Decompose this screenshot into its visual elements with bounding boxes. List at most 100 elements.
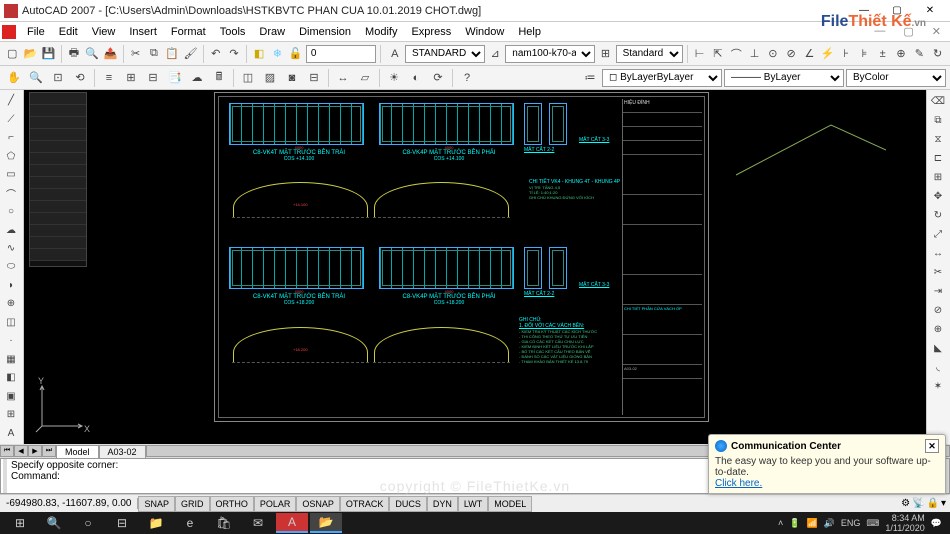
menu-edit[interactable]: Edit [52, 24, 85, 40]
print-icon[interactable]: 🖶 [66, 44, 82, 64]
wifi-icon[interactable]: 📶 [806, 518, 817, 529]
ltype-select[interactable]: ——— ByLayer [724, 69, 844, 87]
extend-icon[interactable]: ⇥ [929, 282, 947, 300]
tab-layout[interactable]: A03-02 [99, 445, 146, 458]
cut-icon[interactable]: ✂ [127, 44, 143, 64]
osnap-toggle[interactable]: OSNAP [296, 496, 340, 512]
array-icon[interactable]: ⊞ [929, 168, 947, 186]
circle-icon[interactable]: ○ [2, 203, 20, 220]
layer-lock-icon[interactable]: 🔓 [288, 44, 304, 64]
join-icon[interactable]: ⊕ [929, 320, 947, 338]
makeblock-icon[interactable]: ◫ [2, 314, 20, 331]
ssm-icon[interactable]: 📑 [165, 68, 185, 88]
dc-icon[interactable]: ⊞ [121, 68, 141, 88]
dim-a-icon[interactable]: A [387, 44, 403, 64]
ime-icon[interactable]: ⌨ [866, 518, 879, 529]
start-button[interactable]: ⊞ [4, 513, 36, 533]
spline-icon[interactable]: ∿ [2, 240, 20, 257]
region2-icon[interactable]: ▣ [2, 388, 20, 405]
3dorbit-icon[interactable]: ⟳ [428, 68, 448, 88]
dim-style-select[interactable]: nam100-k70-a3 [505, 45, 595, 63]
zoom-prev-icon[interactable]: ⟲ [70, 68, 90, 88]
xline-icon[interactable]: ⟋ [2, 110, 20, 127]
model-toggle[interactable]: MODEL [488, 496, 532, 512]
tray-up-icon[interactable]: ˄ [778, 518, 783, 528]
clock[interactable]: 8:34 AM 1/11/2020 [885, 513, 924, 533]
erase-icon[interactable]: ⌫ [929, 92, 947, 110]
explorer-icon[interactable]: 📁 [140, 513, 172, 533]
menu-help[interactable]: Help [511, 24, 548, 40]
new-icon[interactable]: ▢ [4, 44, 20, 64]
revcloud-icon[interactable]: ☁ [2, 221, 20, 238]
tab-model[interactable]: Model [56, 445, 99, 458]
menu-draw[interactable]: Draw [252, 24, 292, 40]
gradient-icon[interactable]: ◧ [2, 369, 20, 386]
model-canvas[interactable]: 4000 C8-VK4T MẶT TRƯỚC BÊN TRÁI COS +14.… [24, 90, 926, 444]
markup-icon[interactable]: ☁ [187, 68, 207, 88]
pan-icon[interactable]: ✋ [4, 68, 24, 88]
snap-toggle[interactable]: SNAP [138, 496, 175, 512]
grid-toggle[interactable]: GRID [175, 496, 210, 512]
menu-express[interactable]: Express [404, 24, 458, 40]
tab-first-icon[interactable]: ⏮ [0, 445, 14, 457]
polygon-icon[interactable]: ⬠ [2, 147, 20, 164]
table-style-select[interactable]: Standard [616, 45, 683, 63]
insert-icon[interactable]: ⊕ [2, 295, 20, 312]
dist-icon[interactable]: ↔ [333, 68, 353, 88]
dim-ang-icon[interactable]: ∠ [801, 44, 817, 64]
zoom-win-icon[interactable]: ⊡ [48, 68, 68, 88]
tab-last-icon[interactable]: ⏭ [42, 445, 56, 457]
ellipse-icon[interactable]: ⬭ [2, 258, 20, 275]
color-select[interactable]: ◻ ByLayerByLayer [602, 69, 722, 87]
lwt-toggle[interactable]: LWT [458, 496, 488, 512]
preview-icon[interactable]: 🔍 [84, 44, 100, 64]
dyn-toggle[interactable]: DYN [427, 496, 458, 512]
undo-icon[interactable]: ↶ [208, 44, 224, 64]
taskview-icon[interactable]: ⊟ [106, 513, 138, 533]
dim-center-icon[interactable]: ⊕ [893, 44, 909, 64]
dim-update-icon[interactable]: ↻ [929, 44, 945, 64]
annotation-scale-icon[interactable]: ⚙ [901, 498, 910, 509]
props-icon[interactable]: ≡ [99, 68, 119, 88]
chamfer-icon[interactable]: ◣ [929, 339, 947, 357]
otrack-toggle[interactable]: OTRACK [340, 496, 390, 512]
hatch-tool-icon[interactable]: ▨ [260, 68, 280, 88]
help-icon[interactable]: ? [457, 68, 477, 88]
save-icon[interactable]: 💾 [41, 44, 57, 64]
search-icon[interactable]: 🔍 [38, 513, 70, 533]
menu-window[interactable]: Window [458, 24, 511, 40]
menu-insert[interactable]: Insert [122, 24, 164, 40]
dim-quick-icon[interactable]: ⚡ [820, 44, 836, 64]
menu-format[interactable]: Format [164, 24, 213, 40]
stretch-icon[interactable]: ↔ [929, 244, 947, 262]
table-icon[interactable]: ⊞ [597, 44, 613, 64]
dim-arc-icon[interactable]: ⌒ [728, 44, 744, 64]
text-style-select[interactable]: STANDARD [405, 45, 485, 63]
rotate-icon[interactable]: ↻ [929, 206, 947, 224]
explode-icon[interactable]: ✶ [929, 377, 947, 395]
autocad-taskbar-icon[interactable]: A [276, 513, 308, 533]
command-resize-handle[interactable] [3, 459, 7, 493]
pline-icon[interactable]: ⌐ [2, 129, 20, 146]
dim-ord-icon[interactable]: ⊥ [746, 44, 762, 64]
notifications-icon[interactable]: 💬 [931, 518, 942, 529]
dim-linear-icon[interactable]: ⊢ [691, 44, 707, 64]
trim-icon[interactable]: ✂ [929, 263, 947, 281]
tray-icon[interactable]: ▾ [941, 498, 946, 509]
arc-icon[interactable]: ⌒ [2, 184, 20, 201]
point-icon[interactable]: · [2, 332, 20, 349]
lock-icon[interactable]: 🔒 [927, 498, 939, 509]
explorer-window-icon[interactable]: 📂 [310, 513, 342, 533]
dim-aligned-icon[interactable]: ⇱ [710, 44, 726, 64]
cortana-icon[interactable]: ○ [72, 513, 104, 533]
dim-base-icon[interactable]: ⊦ [838, 44, 854, 64]
dim-rad-icon[interactable]: ⊙ [765, 44, 781, 64]
layer-freeze-icon[interactable]: ❄ [269, 44, 285, 64]
open-icon[interactable]: 📂 [22, 44, 38, 64]
ellipse-arc-icon[interactable]: ◗ [2, 277, 20, 294]
edge-icon[interactable]: e [174, 513, 206, 533]
mail-icon[interactable]: ✉ [242, 513, 274, 533]
tab-prev-icon[interactable]: ◀ [14, 445, 28, 457]
layer-combo[interactable] [306, 45, 376, 63]
break-icon[interactable]: ⊘ [929, 301, 947, 319]
